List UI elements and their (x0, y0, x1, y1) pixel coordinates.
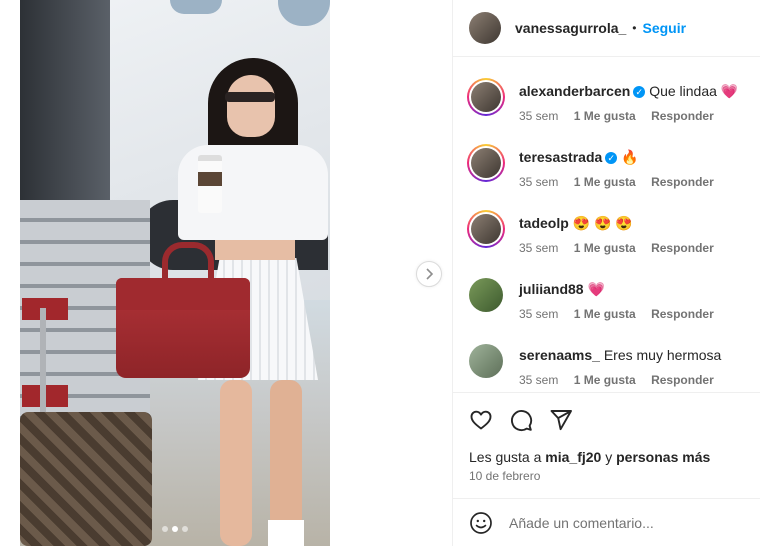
add-comment-input[interactable]: Añade un comentario... (509, 515, 654, 531)
likes-conj: y (605, 449, 613, 465)
comment-likes[interactable]: 1 Me gusta (574, 373, 636, 387)
post-media (0, 0, 452, 546)
reply-button[interactable]: Responder (651, 373, 714, 387)
emoji-button[interactable] (469, 511, 493, 535)
likes-user[interactable]: mia_fj20 (545, 449, 601, 465)
post-actions (453, 392, 760, 445)
comment-username[interactable]: alexanderbarcen (519, 83, 630, 99)
verified-badge-icon: ✓ (605, 152, 618, 165)
comment-likes[interactable]: 1 Me gusta (574, 241, 636, 255)
comment-text: Que lindaa (649, 83, 717, 99)
emoji-icon (470, 512, 492, 534)
avatar (471, 148, 501, 178)
share-button[interactable] (548, 407, 574, 433)
comment-emoji: 😍 😍 😍 (572, 215, 633, 231)
story-ring[interactable] (467, 78, 505, 116)
reply-button[interactable]: Responder (651, 109, 714, 123)
reply-button[interactable]: Responder (651, 241, 714, 255)
comment-username[interactable]: teresastrada (519, 149, 602, 165)
comment-emoji: 💗 (720, 83, 739, 99)
post-header: vanessagurrola_ • Seguir (453, 0, 760, 57)
comment-username[interactable]: juliiand88 (519, 281, 584, 297)
chevron-right-icon (426, 268, 434, 280)
comment-username[interactable]: serenaams_ (519, 347, 600, 363)
comment-likes[interactable]: 1 Me gusta (574, 175, 636, 189)
comment-item: serenaams_ Eres muy hermosa 35 sem 1 Me … (467, 342, 757, 392)
author-username[interactable]: vanessagurrola_ (515, 20, 626, 36)
comment-likes[interactable]: 1 Me gusta (574, 109, 636, 123)
carousel-next-button[interactable] (416, 261, 442, 287)
like-button[interactable] (468, 407, 494, 433)
comment-item: teresastrada ✓ 🔥 35 sem 1 Me gusta Respon… (467, 144, 757, 204)
comment-emoji: 💗 (587, 281, 605, 297)
reply-button[interactable]: Responder (651, 175, 714, 189)
comments-list[interactable]: alexanderbarcen ✓ Que lindaa 💗 35 sem 1 M… (453, 57, 760, 392)
carousel-dot (162, 526, 168, 532)
carousel-dot-active (172, 526, 178, 532)
verified-badge-icon: ✓ (633, 86, 646, 99)
reply-button[interactable]: Responder (651, 307, 714, 321)
comment-username[interactable]: tadeolp (519, 215, 569, 231)
heart-icon (470, 410, 492, 430)
avatar[interactable] (469, 344, 503, 378)
avatar (471, 214, 501, 244)
carousel-indicator (162, 526, 188, 532)
header-separator: • (632, 21, 637, 35)
carousel-dot (182, 526, 188, 532)
avatar[interactable] (469, 278, 503, 312)
comment-time[interactable]: 35 sem (519, 307, 558, 321)
avatar (471, 82, 501, 112)
suitcase (20, 412, 152, 546)
comment-likes[interactable]: 1 Me gusta (574, 307, 636, 321)
follow-button[interactable]: Seguir (643, 20, 687, 36)
post-photo[interactable] (20, 0, 330, 546)
comment-text: Eres muy hermosa (603, 347, 722, 363)
story-ring[interactable] (467, 144, 505, 182)
share-icon (550, 410, 572, 431)
likes-prefix: Les gusta a (469, 449, 542, 465)
post-side-panel: vanessagurrola_ • Seguir alexanderbarcen… (452, 0, 760, 546)
comment-time[interactable]: 35 sem (519, 241, 558, 255)
add-comment-bar: Añade un comentario... (453, 498, 760, 547)
comment-icon (511, 410, 533, 432)
comment-item: alexanderbarcen ✓ Que lindaa 💗 35 sem 1 M… (467, 78, 757, 138)
comment-item: juliiand88 💗 35 sem 1 Me gusta Responder (467, 276, 757, 336)
comment-emoji: 🔥 (621, 149, 639, 165)
likes-summary: Les gusta a mia_fj20 y personas más (469, 449, 710, 465)
story-ring[interactable] (467, 210, 505, 248)
post-date[interactable]: 10 de febrero (469, 469, 540, 483)
sunglasses (225, 92, 275, 102)
comment-time[interactable]: 35 sem (519, 109, 558, 123)
comment-time[interactable]: 35 sem (519, 373, 558, 387)
comment-button[interactable] (508, 407, 534, 433)
comment-item: tadeolp 😍 😍 😍 35 sem 1 Me gusta Responde… (467, 210, 757, 270)
author-avatar[interactable] (469, 12, 501, 44)
comment-time[interactable]: 35 sem (519, 175, 558, 189)
likes-others[interactable]: personas más (616, 449, 710, 465)
